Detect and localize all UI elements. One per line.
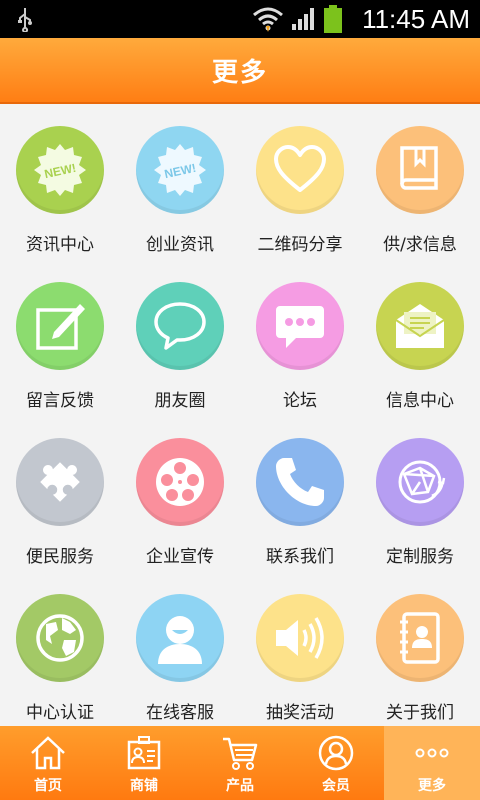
shop-card-icon	[127, 736, 161, 770]
menu-item-icon-bg: NEW!	[136, 126, 224, 214]
menu-item-about-us[interactable]: 关于我们	[360, 574, 480, 730]
menu-item-label: 二维码分享	[257, 235, 343, 255]
menu-item-icon-bg	[376, 594, 464, 682]
menu-item-company-promo[interactable]: 企业宣传	[120, 418, 240, 574]
speech-bubble-icon	[154, 302, 206, 350]
envelope-icon	[395, 304, 445, 348]
menu-item-news-center[interactable]: NEW! 资讯中心	[0, 106, 120, 262]
menu-grid: NEW! 资讯中心 NEW! 创业资讯 二维码分享 供/求信息 留言反馈 朋友圈…	[0, 106, 480, 726]
menu-item-label: 供/求信息	[383, 235, 457, 255]
menu-item-online-support[interactable]: 在线客服	[120, 574, 240, 730]
menu-item-icon-bg	[256, 282, 344, 370]
menu-item-icon-bg	[136, 438, 224, 526]
menu-item-label: 便民服务	[26, 547, 94, 567]
contact-book-icon	[400, 612, 440, 664]
tab-label: 产品	[226, 778, 254, 794]
menu-item-icon-bg	[136, 594, 224, 682]
menu-item-startup-news[interactable]: NEW! 创业资讯	[120, 106, 240, 262]
menu-item-label: 朋友圈	[154, 391, 206, 411]
menu-item-label: 创业资讯	[146, 235, 214, 255]
tab-shop[interactable]: 商铺	[96, 726, 192, 800]
menu-item-icon-bg	[256, 594, 344, 682]
tab-label: 更多	[418, 778, 446, 794]
heart-icon	[274, 145, 326, 192]
menu-item-certification[interactable]: 中心认证	[0, 574, 120, 730]
menu-item-icon-bg	[16, 438, 104, 526]
page-title: 更多	[211, 57, 268, 88]
speaker-icon	[276, 617, 324, 659]
menu-item-label: 留言反馈	[26, 391, 94, 411]
menu-item-label: 抽奖活动	[266, 703, 334, 723]
tab-products[interactable]: 产品	[192, 726, 288, 800]
tab-home[interactable]: 首页	[0, 726, 96, 800]
menu-item-label: 定制服务	[386, 547, 454, 567]
menu-item-label: 信息中心	[386, 391, 454, 411]
chat-dots-icon	[276, 306, 324, 348]
usb-icon	[18, 8, 32, 32]
menu-item-icon-bg	[256, 126, 344, 214]
more-dots-icon	[415, 748, 449, 758]
menu-item-supply-demand[interactable]: 供/求信息	[360, 106, 480, 262]
signal-icon	[292, 8, 314, 30]
tab-label: 会员	[322, 778, 350, 794]
globe-network-icon	[398, 460, 446, 504]
user-face-icon	[158, 616, 202, 664]
tab-more[interactable]: 更多	[384, 726, 480, 800]
status-bar: 11:45 AM	[0, 0, 480, 38]
wifi-icon	[253, 7, 283, 32]
menu-item-icon-bg	[376, 438, 464, 526]
battery-icon	[324, 5, 342, 33]
new-badge-icon: NEW!	[154, 144, 206, 196]
phone-icon	[276, 458, 324, 506]
menu-item-icon-bg	[16, 594, 104, 682]
menu-item-message-center[interactable]: 信息中心	[360, 262, 480, 418]
book-icon	[400, 146, 438, 190]
bottom-tab-bar: 首页 商铺 产品 会员 更多	[0, 726, 480, 800]
menu-item-label: 在线客服	[146, 703, 214, 723]
menu-item-label: 企业宣传	[146, 547, 214, 567]
page-header: 更多	[0, 38, 480, 104]
menu-item-icon-bg	[16, 282, 104, 370]
menu-item-icon-bg	[376, 126, 464, 214]
film-reel-icon	[156, 458, 204, 506]
menu-item-moments[interactable]: 朋友圈	[120, 262, 240, 418]
new-badge-icon: NEW!	[34, 144, 86, 196]
tab-label: 首页	[34, 778, 62, 794]
menu-item-label: 资讯中心	[26, 235, 94, 255]
menu-item-custom-service[interactable]: 定制服务	[360, 418, 480, 574]
menu-item-icon-bg	[136, 282, 224, 370]
cart-icon	[223, 737, 258, 770]
menu-item-label: 关于我们	[386, 703, 454, 723]
menu-item-icon-bg: NEW!	[16, 126, 104, 214]
menu-item-forum[interactable]: 论坛	[240, 262, 360, 418]
edit-note-icon	[36, 304, 85, 350]
menu-item-public-service[interactable]: 便民服务	[0, 418, 120, 574]
status-time: 11:45 AM	[362, 4, 470, 34]
tab-label: 商铺	[130, 778, 158, 794]
tab-member[interactable]: 会员	[288, 726, 384, 800]
menu-item-qrcode-share[interactable]: 二维码分享	[240, 106, 360, 262]
menu-item-feedback[interactable]: 留言反馈	[0, 262, 120, 418]
world-globe-icon	[36, 614, 84, 662]
home-icon	[31, 736, 65, 770]
menu-item-label: 论坛	[283, 391, 317, 411]
menu-item-label: 中心认证	[26, 703, 94, 723]
menu-item-label: 联系我们	[266, 547, 334, 567]
menu-item-lucky-draw[interactable]: 抽奖活动	[240, 574, 360, 730]
menu-item-contact-us[interactable]: 联系我们	[240, 418, 360, 574]
puzzle-icon	[40, 462, 80, 502]
menu-item-icon-bg	[376, 282, 464, 370]
member-icon	[318, 735, 354, 771]
menu-item-icon-bg	[256, 438, 344, 526]
